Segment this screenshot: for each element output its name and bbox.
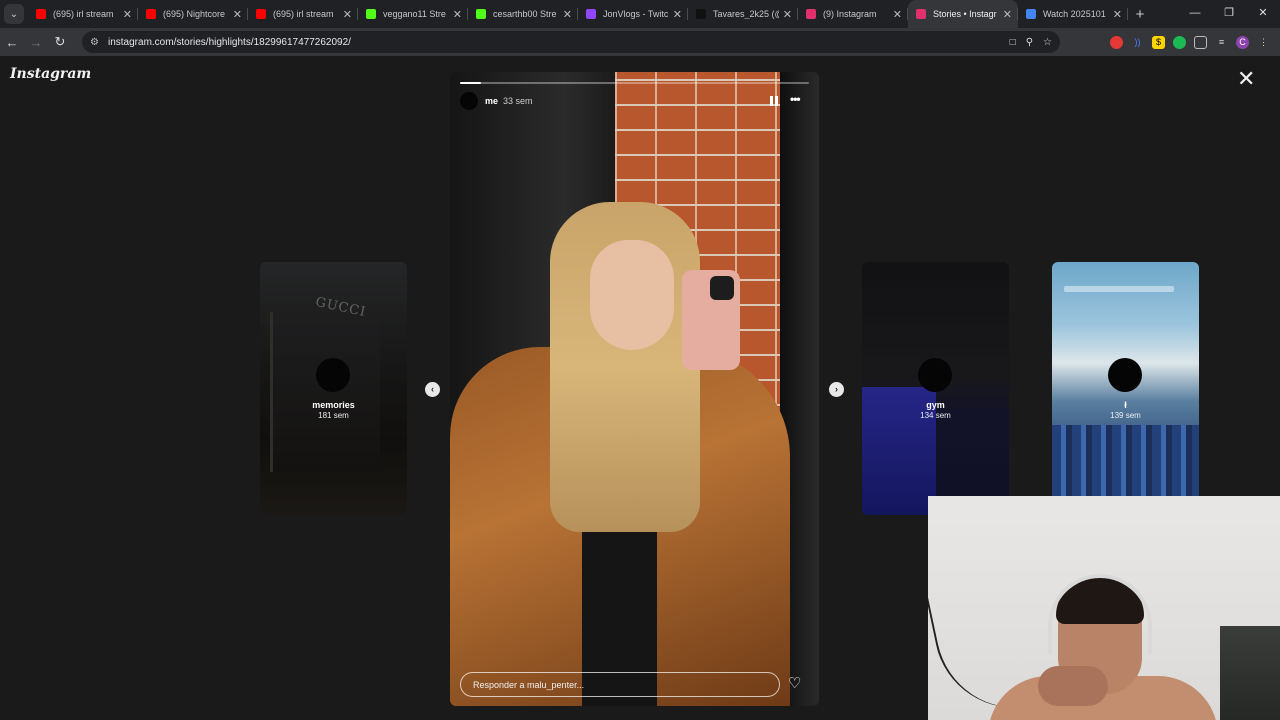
window-controls: — ❐ ✕ [1178, 0, 1280, 28]
extension-sound-icon[interactable]: )) [1131, 36, 1144, 49]
chevron-down-icon: ⌄ [9, 8, 19, 20]
tab-close-icon[interactable]: ✕ [233, 8, 242, 21]
pause-icon[interactable] [770, 96, 778, 106]
browser-tab[interactable]: (695) Nightcore ✕ [138, 0, 248, 28]
tab-list: (695) irl stream ✕ (695) Nightcore ✕ (695) i… [28, 0, 1128, 28]
tab-title: JonVlogs - Twitc [603, 9, 669, 19]
browser-tab[interactable]: (695) irl stream ✕ [248, 0, 358, 28]
address-bar[interactable]: ⚙ instagram.com/stories/highlights/18299… [82, 31, 1060, 53]
media-control-icon[interactable]: ≡ [1215, 36, 1228, 49]
tab-close-icon[interactable]: ✕ [563, 8, 572, 21]
extension-yellow-icon[interactable]: $ [1152, 35, 1165, 49]
highlight-time: 134 sem [920, 411, 951, 420]
tab-title: (695) Nightcore [163, 9, 226, 19]
tab-favicon-icon [36, 9, 46, 19]
browser-tab[interactable]: JonVlogs - Twitc ✕ [578, 0, 688, 28]
close-window-icon[interactable]: ✕ [1246, 0, 1280, 28]
browser-tab[interactable]: Stories • Instagr ✕ [908, 0, 1018, 28]
close-icon[interactable]: ✕ [1237, 68, 1255, 90]
minimize-icon[interactable]: — [1178, 0, 1212, 28]
highlight-time: 181 sem [318, 411, 349, 420]
extensions-area: )) $ ≡ C ⋮ [1110, 28, 1280, 56]
story-progress-bar [460, 82, 809, 84]
tab-favicon-icon [586, 9, 596, 19]
tab-title: cesarthb00 Stre [493, 9, 557, 19]
tab-close-icon[interactable]: ✕ [893, 8, 902, 21]
tab-favicon-icon [696, 9, 706, 19]
webcam-overlay [928, 496, 1280, 720]
highlight-name: ł [1124, 400, 1127, 410]
more-options-icon[interactable]: ••• [790, 92, 801, 106]
story-viewer[interactable]: me 33 sem ••• Responder a malu_penter...… [450, 72, 819, 706]
tab-favicon-icon [146, 9, 156, 19]
tab-title: veggano11 Stre [383, 9, 446, 19]
browser-tab[interactable]: cesarthb00 Stre ✕ [468, 0, 578, 28]
new-tab-button[interactable]: + [1128, 6, 1152, 23]
tab-close-icon[interactable]: ✕ [673, 8, 682, 21]
forward-icon[interactable]: → [24, 35, 48, 50]
tab-close-icon[interactable]: ✕ [1113, 8, 1122, 21]
bookmark-star-icon[interactable]: ☆ [1043, 37, 1052, 48]
zoom-icon[interactable]: ⚲ [1026, 37, 1033, 48]
tab-title: (695) irl stream [53, 9, 114, 19]
tab-close-icon[interactable]: ✕ [343, 8, 352, 21]
browser-tab[interactable]: Tavares_2k25 (@ ✕ [688, 0, 798, 28]
browser-tab[interactable]: (9) Instagram ✕ [798, 0, 908, 28]
reply-input[interactable]: Responder a malu_penter... [460, 672, 780, 697]
story-header: me 33 sem [460, 92, 533, 110]
tab-title: Stories • Instagr [933, 9, 997, 19]
highlight-preview-gym[interactable]: gym 134 sem [862, 262, 1009, 515]
tab-close-icon[interactable]: ✕ [783, 8, 792, 21]
highlight-time: 139 sem [1110, 411, 1141, 420]
browser-tab[interactable]: (695) irl stream ✕ [28, 0, 138, 28]
browser-toolbar: ← → ↻ ⚙ instagram.com/stories/highlights… [0, 28, 1280, 56]
url-text: instagram.com/stories/highlights/1829961… [108, 36, 351, 48]
previous-story-button[interactable]: ‹ [425, 382, 440, 397]
install-app-icon[interactable]: □ [1010, 37, 1016, 48]
avatar [1108, 358, 1142, 392]
extensions-puzzle-icon[interactable] [1194, 35, 1207, 49]
reload-icon[interactable]: ↻ [48, 34, 72, 50]
story-username[interactable]: me [485, 96, 498, 106]
highlight-name: memories [312, 400, 355, 410]
headphones-image [1048, 574, 1152, 654]
tab-close-icon[interactable]: ✕ [1003, 8, 1012, 21]
site-info-icon[interactable]: ⚙ [90, 37, 104, 48]
tab-search-button[interactable]: ⌄ [4, 4, 24, 24]
chevron-right-icon: › [835, 384, 838, 394]
tab-close-icon[interactable]: ✕ [123, 8, 132, 21]
tab-favicon-icon [916, 9, 926, 19]
reply-placeholder: Responder a malu_penter... [473, 679, 585, 690]
instagram-logo[interactable]: Instagram [10, 66, 91, 82]
avatar [918, 358, 952, 392]
tab-favicon-icon [1026, 9, 1036, 19]
extension-red-icon[interactable] [1110, 35, 1123, 49]
highlight-name: gym [926, 400, 945, 410]
profile-avatar[interactable]: C [1236, 35, 1249, 49]
tab-title: Tavares_2k25 (@ [713, 9, 779, 19]
back-icon[interactable]: ← [0, 35, 24, 50]
tab-strip: ⌄ (695) irl stream ✕ (695) Nightcore ✕ (695)… [0, 0, 1280, 28]
tab-close-icon[interactable]: ✕ [453, 8, 462, 21]
tab-favicon-icon [476, 9, 486, 19]
browser-tab[interactable]: Watch 2025101 ✕ [1018, 0, 1128, 28]
browser-tab[interactable]: veggano11 Stre ✕ [358, 0, 468, 28]
tab-title: (9) Instagram [823, 9, 877, 19]
highlight-preview-memories[interactable]: GUCCI memories 181 sem [260, 262, 407, 515]
avatar[interactable] [460, 92, 478, 110]
extension-green-icon[interactable] [1173, 35, 1186, 49]
story-timestamp: 33 sem [503, 96, 533, 106]
tab-favicon-icon [806, 9, 816, 19]
chevron-left-icon: ‹ [431, 384, 434, 394]
menu-kebab-icon[interactable]: ⋮ [1257, 36, 1270, 49]
tab-title: Watch 2025101 [1043, 9, 1106, 19]
highlight-preview-stadium[interactable]: ł 139 sem [1052, 262, 1199, 515]
like-heart-icon[interactable]: ♡ [788, 676, 801, 692]
tab-title: (695) irl stream [273, 9, 334, 19]
restore-icon[interactable]: ❐ [1212, 0, 1246, 28]
tab-favicon-icon [366, 9, 376, 19]
avatar [316, 358, 350, 392]
tab-favicon-icon [256, 9, 266, 19]
next-story-button[interactable]: › [829, 382, 844, 397]
